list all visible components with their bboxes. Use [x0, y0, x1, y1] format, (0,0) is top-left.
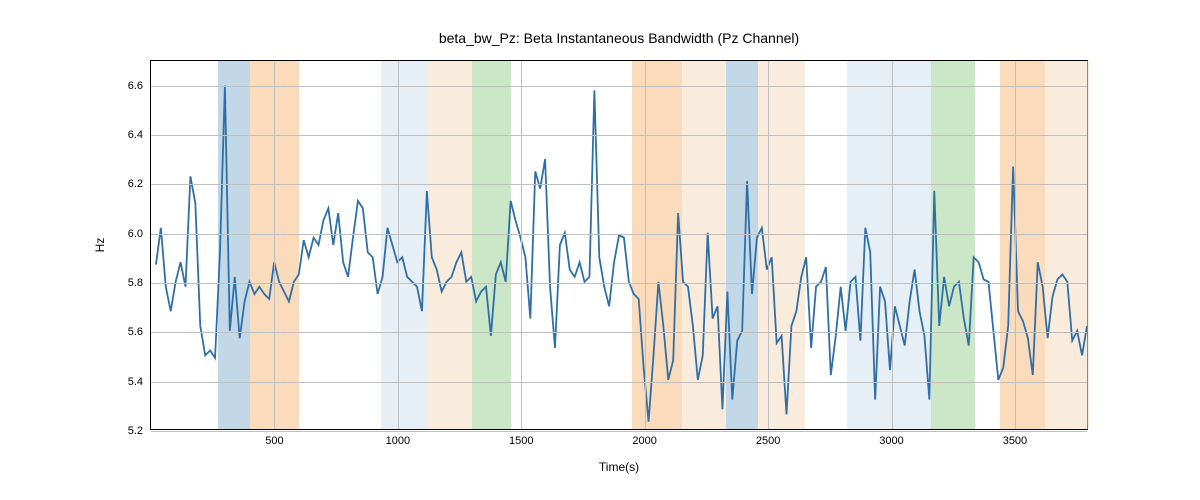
gridline-vertical — [274, 61, 275, 429]
y-tick-label: 6.0 — [128, 228, 151, 240]
gridline-vertical — [1015, 61, 1016, 429]
line-layer — [151, 61, 1087, 429]
x-axis-label: Time(s) — [150, 460, 1088, 474]
gridline-vertical — [521, 61, 522, 429]
y-tick-label: 6.2 — [128, 178, 151, 190]
y-tick-label: 6.4 — [128, 129, 151, 141]
gridline-horizontal — [151, 283, 1087, 284]
gridline-horizontal — [151, 332, 1087, 333]
gridline-horizontal — [151, 234, 1087, 235]
gridline-horizontal — [151, 184, 1087, 185]
gridline-horizontal — [151, 382, 1087, 383]
gridline-vertical — [892, 61, 893, 429]
y-axis-label: Hz — [93, 238, 107, 253]
y-tick-label: 5.6 — [128, 326, 151, 338]
gridline-vertical — [398, 61, 399, 429]
gridline-horizontal — [151, 86, 1087, 87]
plot-frame: 5001000150020002500300035005.25.45.65.86… — [150, 60, 1088, 430]
chart-title: beta_bw_Pz: Beta Instantaneous Bandwidth… — [150, 30, 1088, 46]
y-tick-label: 5.4 — [128, 376, 151, 388]
chart-plot-area: 5001000150020002500300035005.25.45.65.86… — [150, 60, 1088, 430]
gridline-vertical — [645, 61, 646, 429]
gridline-horizontal — [151, 135, 1087, 136]
y-tick-label: 5.2 — [128, 425, 151, 437]
y-tick-label: 6.6 — [128, 80, 151, 92]
gridline-horizontal — [151, 431, 1087, 432]
y-tick-label: 5.8 — [128, 277, 151, 289]
gridline-vertical — [768, 61, 769, 429]
